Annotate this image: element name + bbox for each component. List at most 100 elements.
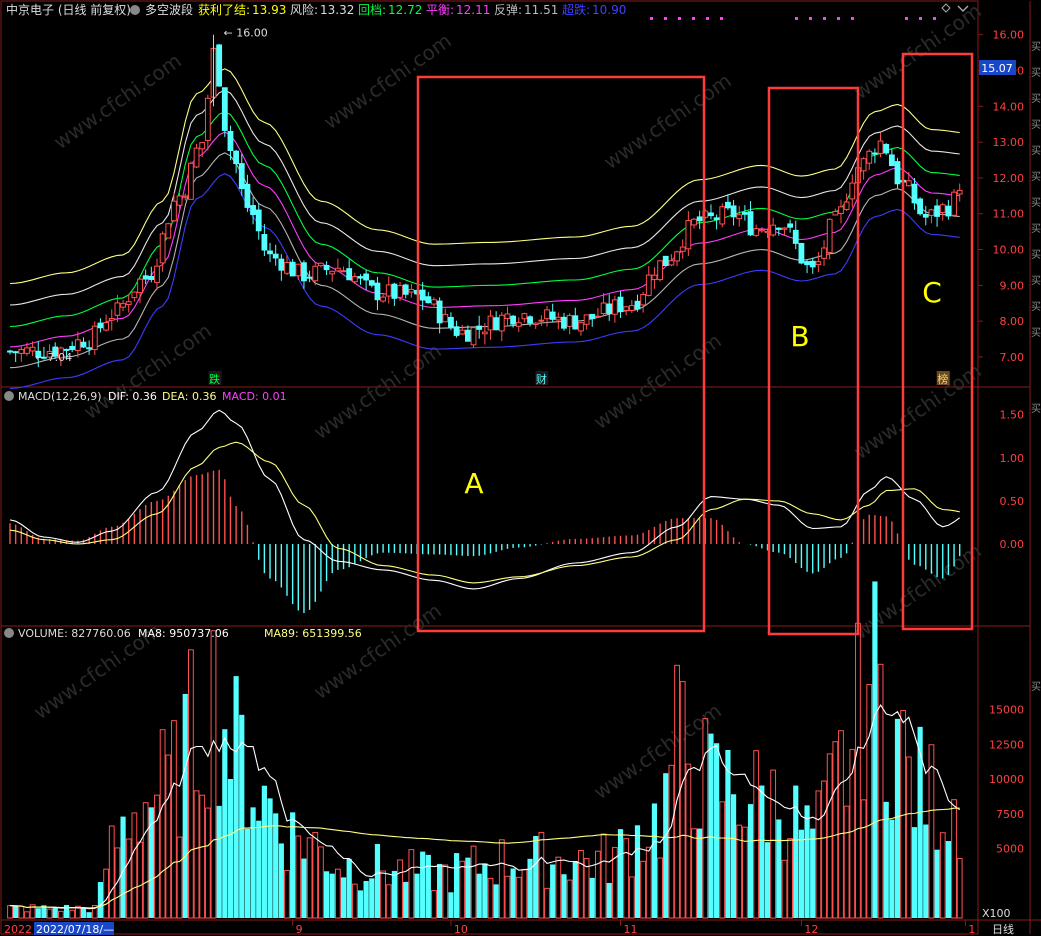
candle-body[interactable] <box>193 147 200 168</box>
candle-body[interactable] <box>504 313 511 319</box>
candle-body[interactable] <box>617 296 624 313</box>
candle-body[interactable] <box>600 302 607 315</box>
candle-body[interactable] <box>459 329 466 335</box>
candle-body[interactable] <box>91 325 98 351</box>
candle-body[interactable] <box>826 218 833 253</box>
candle-body[interactable] <box>419 289 426 301</box>
candle-body[interactable] <box>261 234 268 251</box>
candle-body[interactable] <box>866 150 873 164</box>
candle-body[interactable] <box>318 262 324 267</box>
candle-body[interactable] <box>306 276 313 279</box>
candle-body[interactable] <box>849 182 856 200</box>
candle-body[interactable] <box>838 206 844 214</box>
candle-body[interactable] <box>708 212 714 217</box>
candle-body[interactable] <box>674 251 680 262</box>
candle-body[interactable] <box>402 284 409 295</box>
candle-body[interactable] <box>905 180 912 187</box>
candle-body[interactable] <box>685 220 692 250</box>
volume-toggle-icon[interactable] <box>4 628 14 638</box>
candle-body[interactable] <box>662 255 669 267</box>
candle-body[interactable] <box>493 317 500 331</box>
candle-body[interactable] <box>97 322 104 329</box>
candle-body[interactable] <box>120 303 126 308</box>
candle-body[interactable] <box>323 264 330 271</box>
candle-body[interactable] <box>351 276 358 283</box>
candle-body[interactable] <box>787 223 794 228</box>
macd-toggle-icon[interactable] <box>4 391 14 401</box>
candle-body[interactable] <box>611 299 618 315</box>
candle-body[interactable] <box>668 260 675 266</box>
candle-body[interactable] <box>340 270 347 273</box>
candle-body[interactable] <box>464 329 471 342</box>
event-marker-label[interactable]: 榜 <box>937 372 948 386</box>
candle-body[interactable] <box>566 314 573 327</box>
candle-body[interactable] <box>515 322 522 327</box>
candle-body[interactable] <box>561 316 567 329</box>
candle-body[interactable] <box>645 274 652 296</box>
candle-body[interactable] <box>397 285 403 298</box>
candle-body[interactable] <box>770 224 777 236</box>
candle-body[interactable] <box>363 273 370 281</box>
candle-body[interactable] <box>187 162 194 200</box>
candle-body[interactable] <box>250 205 256 215</box>
candle-body[interactable] <box>131 291 138 299</box>
candle-body[interactable] <box>137 278 143 294</box>
candle-body[interactable] <box>216 44 223 87</box>
candle-body[interactable] <box>555 316 562 321</box>
candle-body[interactable] <box>843 201 850 210</box>
candle-body[interactable] <box>623 306 630 311</box>
candle-body[interactable] <box>775 227 782 230</box>
candle-body[interactable] <box>538 319 545 322</box>
candle-body[interactable] <box>182 195 189 198</box>
candle-body[interactable] <box>832 211 839 216</box>
candle-body[interactable] <box>510 315 517 325</box>
candle-body[interactable] <box>956 189 963 195</box>
candle-body[interactable] <box>894 161 901 185</box>
candle-body[interactable] <box>103 322 109 331</box>
candle-body[interactable] <box>781 227 788 230</box>
candle-body[interactable] <box>804 261 810 266</box>
candle-body[interactable] <box>758 229 765 232</box>
candle-body[interactable] <box>691 218 697 226</box>
candle-body[interactable] <box>911 183 918 204</box>
candle-body[interactable] <box>860 158 867 172</box>
candle-body[interactable] <box>747 211 754 236</box>
candle-body[interactable] <box>872 152 878 155</box>
candle-body[interactable] <box>238 163 245 190</box>
candle-body[interactable] <box>114 302 121 316</box>
candle-body[interactable] <box>922 213 929 218</box>
candle-body[interactable] <box>176 195 183 206</box>
indicator-toggle-icon[interactable] <box>130 5 140 15</box>
candle-body[interactable] <box>532 322 539 325</box>
candle-body[interactable] <box>18 349 25 354</box>
candle-body[interactable] <box>346 268 353 281</box>
candle-body[interactable] <box>792 229 799 244</box>
candle-body[interactable] <box>289 261 296 277</box>
candle-body[interactable] <box>730 205 737 218</box>
candle-body[interactable] <box>725 201 731 209</box>
candle-body[interactable] <box>448 316 454 328</box>
candle-body[interactable] <box>301 262 307 282</box>
candle-body[interactable] <box>877 140 884 154</box>
candle-body[interactable] <box>408 288 415 293</box>
candle-body[interactable] <box>657 260 663 281</box>
candle-body[interactable] <box>634 300 641 310</box>
candle-body[interactable] <box>86 347 93 350</box>
candle-body[interactable] <box>165 223 172 239</box>
candle-body[interactable] <box>595 315 601 318</box>
candle-body[interactable] <box>736 214 743 220</box>
candle-body[interactable] <box>272 253 279 259</box>
candle-body[interactable] <box>951 191 957 216</box>
candle-body[interactable] <box>696 216 703 222</box>
event-marker-label[interactable]: 跌 <box>209 372 220 386</box>
candle-body[interactable] <box>425 296 432 304</box>
candle-body[interactable] <box>442 313 449 323</box>
candle-body[interactable] <box>798 243 805 264</box>
candle-body[interactable] <box>159 233 166 264</box>
candle-body[interactable] <box>233 150 240 165</box>
candle-body[interactable] <box>917 198 924 215</box>
candle-body[interactable] <box>821 247 827 259</box>
candle-body[interactable] <box>24 347 30 354</box>
candle-body[interactable] <box>753 228 760 236</box>
candle-body[interactable] <box>227 131 234 151</box>
